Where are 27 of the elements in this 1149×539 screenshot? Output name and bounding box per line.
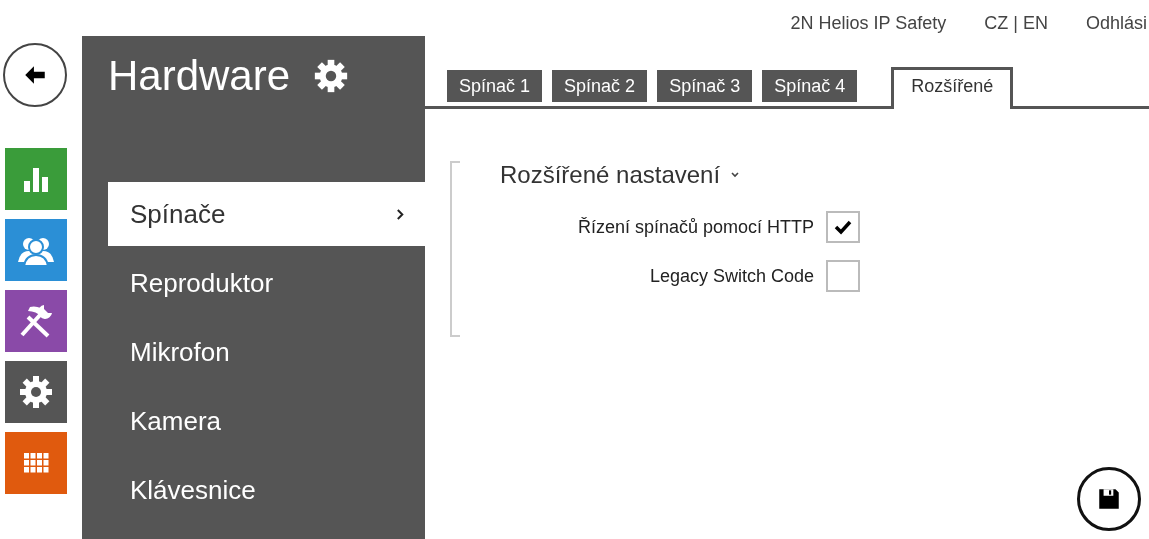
language-links[interactable]: CZ | EN [984, 12, 1048, 34]
section-title: Hardware [108, 52, 291, 100]
menu-item[interactable]: Mikrofon [108, 320, 425, 384]
tab[interactable]: Rozšířené [891, 67, 1014, 109]
settings-icon[interactable] [5, 361, 67, 423]
logout-link[interactable]: Odhlási [1085, 12, 1147, 34]
product-name: 2N Helios IP Safety [790, 12, 947, 34]
menu-item[interactable]: Spínače [108, 182, 425, 246]
setting-label: Řízení spínačů pomocí HTTP [577, 216, 814, 238]
checkbox[interactable] [826, 211, 860, 243]
back-button[interactable] [3, 43, 67, 107]
chevron-right-icon [396, 207, 405, 221]
tab[interactable]: Spínač 1 [447, 70, 543, 102]
bar-chart-icon[interactable] [5, 148, 67, 210]
section-heading[interactable]: Rozšířené nastavení [500, 161, 741, 189]
tools-icon[interactable] [5, 290, 67, 352]
setting-label: Legacy Switch Code [649, 265, 814, 287]
save-button[interactable] [1077, 467, 1141, 531]
menu-item[interactable]: Reproduktor [108, 251, 425, 315]
grid-icon[interactable] [5, 432, 67, 494]
tab[interactable]: Spínač 2 [552, 70, 648, 102]
checkbox[interactable] [826, 260, 860, 292]
users-icon[interactable] [5, 219, 67, 281]
menu-item[interactable]: Klávesnice [108, 458, 425, 522]
tab[interactable]: Spínač 4 [762, 70, 858, 102]
menu-item[interactable]: Kamera [108, 389, 425, 453]
tab[interactable]: Spínač 3 [657, 70, 753, 102]
